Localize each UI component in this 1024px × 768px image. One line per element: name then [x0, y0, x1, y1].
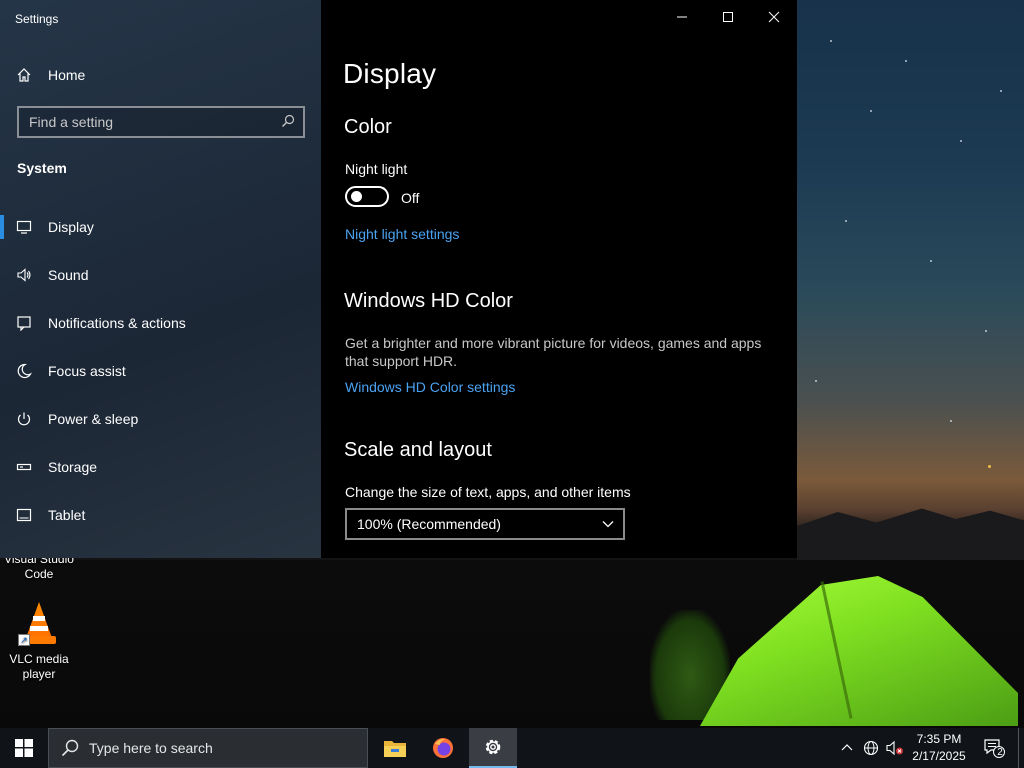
scale-layout-heading: Scale and layout: [344, 439, 492, 461]
moon-icon: [0, 363, 48, 379]
taskbar-clock[interactable]: 7:35 PM 2/17/2025: [906, 731, 972, 765]
show-hidden-icons-button[interactable]: [838, 728, 856, 768]
scale-label: Change the size of text, apps, and other…: [345, 484, 631, 500]
minimize-button[interactable]: [659, 0, 705, 34]
settings-gear-icon: [485, 739, 501, 755]
taskbar: 7:35 PM 2/17/2025 2: [0, 728, 1024, 768]
search-icon[interactable]: [281, 114, 295, 133]
window-controls: [659, 0, 797, 34]
maximize-button[interactable]: [705, 0, 751, 34]
search-icon: [61, 739, 79, 757]
color-heading: Color: [344, 116, 392, 138]
close-button[interactable]: [751, 0, 797, 34]
sidebar-item-tablet[interactable]: Tablet: [0, 491, 321, 539]
globe-network-icon: [863, 740, 879, 756]
hd-color-description: Get a brighter and more vibrant picture …: [345, 335, 762, 369]
show-desktop-button[interactable]: [1018, 728, 1024, 768]
sidebar-item-display[interactable]: Display: [0, 203, 321, 251]
window-title: Settings: [15, 12, 59, 26]
toggle-knob: [351, 191, 362, 202]
chevron-down-icon: [601, 517, 615, 534]
storage-icon: [0, 459, 48, 475]
sidebar-item-power-sleep[interactable]: Power & sleep: [0, 395, 321, 443]
tablet-icon: [0, 507, 48, 523]
hd-color-settings-link[interactable]: Windows HD Color settings: [345, 379, 515, 395]
windows-logo-icon: [15, 739, 33, 757]
shortcut-arrow-icon: ↗: [18, 634, 30, 646]
speaker-icon: [0, 267, 48, 283]
sidebar-item-home[interactable]: Home: [0, 58, 321, 92]
night-light-state: Off: [401, 190, 420, 206]
action-center-button[interactable]: 2: [978, 728, 1010, 768]
sidebar-nav-list: Display Sound Notifications & actions Fo…: [0, 203, 321, 539]
home-icon: [0, 67, 48, 83]
volume-tray-button[interactable]: [884, 728, 906, 768]
sidebar-item-label: Sound: [48, 267, 89, 283]
close-icon: [768, 11, 780, 23]
night-light-label: Night light: [345, 161, 408, 177]
hd-color-heading: Windows HD Color: [344, 290, 513, 312]
network-tray-button[interactable]: [860, 728, 882, 768]
taskbar-settings[interactable]: [469, 728, 517, 768]
sidebar-item-label: Focus assist: [48, 363, 126, 379]
taskbar-search-input[interactable]: [89, 740, 349, 756]
sidebar-item-label: Power & sleep: [48, 411, 139, 427]
taskbar-search-box[interactable]: [48, 728, 368, 768]
sidebar-item-sound[interactable]: Sound: [0, 251, 321, 299]
sidebar-item-label: Notifications & actions: [48, 315, 186, 331]
scale-dropdown[interactable]: 100% (Recommended): [345, 508, 625, 540]
start-button[interactable]: [0, 728, 48, 768]
night-light-settings-link[interactable]: Night light settings: [345, 226, 459, 242]
volume-muted-icon: [886, 740, 903, 756]
monitor-icon: [0, 219, 48, 235]
firefox-icon: [433, 738, 453, 758]
notification-count-badge: 2: [997, 747, 1003, 758]
maximize-icon: [723, 12, 733, 22]
power-icon: [0, 411, 48, 427]
notification-icon: [0, 315, 48, 331]
clock-date: 2/17/2025: [912, 749, 966, 763]
minimize-icon: [677, 16, 687, 18]
settings-content-pane: Display Color Night light Off Night ligh…: [321, 0, 797, 558]
night-light-toggle[interactable]: [345, 186, 389, 207]
sidebar-item-label: Tablet: [48, 507, 86, 523]
find-setting-search[interactable]: [17, 106, 305, 138]
file-explorer-icon: [384, 741, 406, 757]
sidebar-item-label: Display: [48, 219, 94, 235]
sidebar-item-label: Home: [48, 67, 86, 83]
chevron-up-icon: [841, 744, 853, 751]
vlc-icon: ↗: [18, 602, 56, 646]
sidebar-item-focus-assist[interactable]: Focus assist: [0, 347, 321, 395]
settings-window: Settings Home System Display: [0, 0, 797, 558]
sidebar: Settings Home System Display: [0, 0, 321, 558]
taskbar-firefox[interactable]: [419, 728, 467, 768]
clock-time: 7:35 PM: [916, 732, 962, 746]
sidebar-item-notifications[interactable]: Notifications & actions: [0, 299, 321, 347]
sidebar-item-label: Storage: [48, 459, 98, 475]
scale-dropdown-value: 100% (Recommended): [357, 516, 501, 532]
desktop-icon-label: VLC media player: [9, 652, 69, 681]
page-title: Display: [343, 58, 437, 89]
search-input[interactable]: [29, 114, 269, 130]
taskbar-file-explorer[interactable]: [371, 728, 419, 768]
desktop-icon-vlc[interactable]: ↗ VLC media player: [1, 602, 77, 682]
section-heading-system: System: [17, 160, 67, 176]
sidebar-item-storage[interactable]: Storage: [0, 443, 321, 491]
